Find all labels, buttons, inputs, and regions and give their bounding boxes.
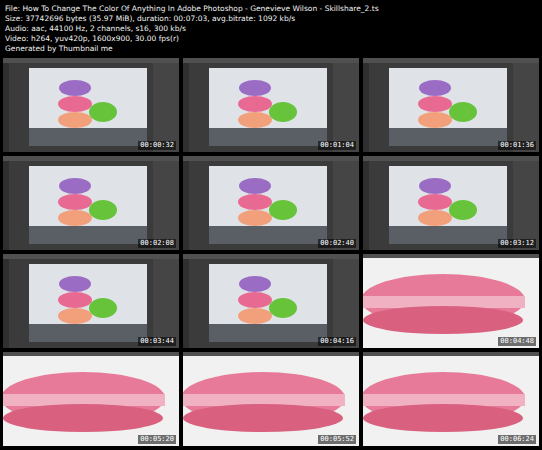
thumbnail: 00:05:20 xyxy=(3,352,179,446)
info-line: Video: h264, yuv420p, 1600x900, 30.00 fp… xyxy=(5,34,537,44)
thumbnail: 00:01:36 xyxy=(363,58,539,152)
timestamp: 00:05:52 xyxy=(318,435,356,444)
thumbnail: 00:02:08 xyxy=(3,156,179,250)
thumbnail: 00:03:44 xyxy=(3,254,179,348)
video-frame-image xyxy=(3,254,179,348)
video-frame-image xyxy=(363,58,539,152)
timestamp: 00:02:08 xyxy=(138,239,176,248)
video-frame-image xyxy=(183,254,359,348)
thumbnail: 00:00:32 xyxy=(3,58,179,152)
timestamp: 00:05:20 xyxy=(138,435,176,444)
video-frame-image xyxy=(183,156,359,250)
timestamp: 00:04:48 xyxy=(498,337,536,346)
thumbnail-grid: 00:00:32 00:01:04 00:01:36 00:02:08 00:02:40… xyxy=(3,58,539,446)
info-line: Generated by Thumbnail me xyxy=(5,44,537,54)
thumbnail: 00:05:52 xyxy=(183,352,359,446)
thumbnail: 00:06:24 xyxy=(363,352,539,446)
video-frame-image xyxy=(3,156,179,250)
thumbnail: 00:03:12 xyxy=(363,156,539,250)
thumbnail: 00:04:48 xyxy=(363,254,539,348)
video-frame-image xyxy=(3,58,179,152)
timestamp: 00:04:16 xyxy=(318,337,356,346)
info-line: Size: 37742696 bytes (35.97 MiB), durati… xyxy=(5,14,537,24)
thumbnail: 00:04:16 xyxy=(183,254,359,348)
video-frame-image xyxy=(363,254,539,348)
timestamp: 00:03:44 xyxy=(138,337,176,346)
contact-sheet: File: How To Change The Color Of Anythin… xyxy=(0,0,542,450)
timestamp: 00:06:24 xyxy=(498,435,536,444)
timestamp: 00:00:32 xyxy=(138,141,176,150)
thumbnail: 00:01:04 xyxy=(183,58,359,152)
timestamp: 00:01:04 xyxy=(318,141,356,150)
timestamp: 00:01:36 xyxy=(498,141,536,150)
timestamp: 00:02:40 xyxy=(318,239,356,248)
video-frame-image xyxy=(363,352,539,446)
video-frame-image xyxy=(183,352,359,446)
timestamp: 00:03:12 xyxy=(498,239,536,248)
video-frame-image xyxy=(363,156,539,250)
file-info: File: How To Change The Color Of Anythin… xyxy=(3,3,539,58)
thumbnail: 00:02:40 xyxy=(183,156,359,250)
info-line: Audio: aac, 44100 Hz, 2 channels, s16, 3… xyxy=(5,24,537,34)
info-line: File: How To Change The Color Of Anythin… xyxy=(5,4,537,14)
video-frame-image xyxy=(183,58,359,152)
video-frame-image xyxy=(3,352,179,446)
